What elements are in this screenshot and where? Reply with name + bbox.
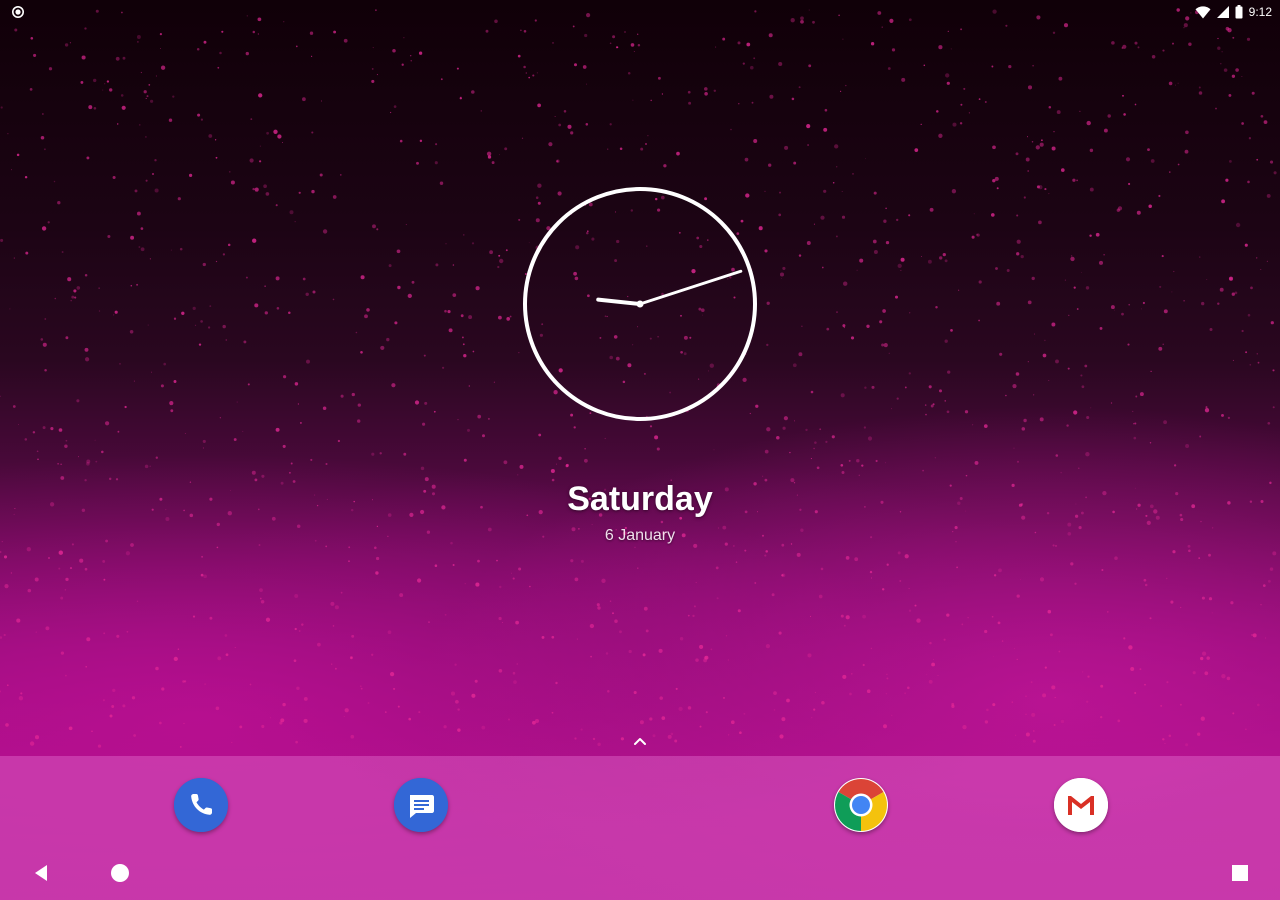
wifi-icon <box>1195 5 1211 18</box>
date-text[interactable]: 6 January <box>0 527 1280 545</box>
recents-button[interactable] <box>1226 860 1254 886</box>
recents-icon <box>1232 865 1248 881</box>
clock-hour-hand <box>596 297 642 306</box>
chrome-app[interactable] <box>834 778 888 832</box>
day-of-week[interactable]: Saturday <box>0 480 1280 519</box>
phone-icon <box>174 778 228 832</box>
clock-center <box>636 300 644 308</box>
home-button[interactable] <box>106 860 134 886</box>
messages-icon <box>394 778 448 832</box>
clock-minute-hand <box>638 269 743 306</box>
home-screen: 9:12 Saturday 6 January <box>0 0 1280 900</box>
status-bar: 9:12 <box>0 0 1280 24</box>
status-time: 9:12 <box>1248 5 1272 19</box>
phone-app[interactable] <box>174 778 228 832</box>
home-icon <box>111 864 129 882</box>
chrome-icon <box>835 779 887 831</box>
messages-app[interactable] <box>394 778 448 832</box>
notification-dot-icon <box>12 6 24 18</box>
cell-signal-icon <box>1216 6 1229 18</box>
analog-clock-widget[interactable] <box>520 184 760 424</box>
gmail-icon <box>1054 778 1108 832</box>
back-button[interactable] <box>28 860 56 886</box>
back-icon <box>35 865 47 881</box>
chevron-up-icon[interactable] <box>628 732 652 750</box>
battery-icon <box>1235 5 1243 19</box>
gmail-app[interactable] <box>1054 778 1108 832</box>
